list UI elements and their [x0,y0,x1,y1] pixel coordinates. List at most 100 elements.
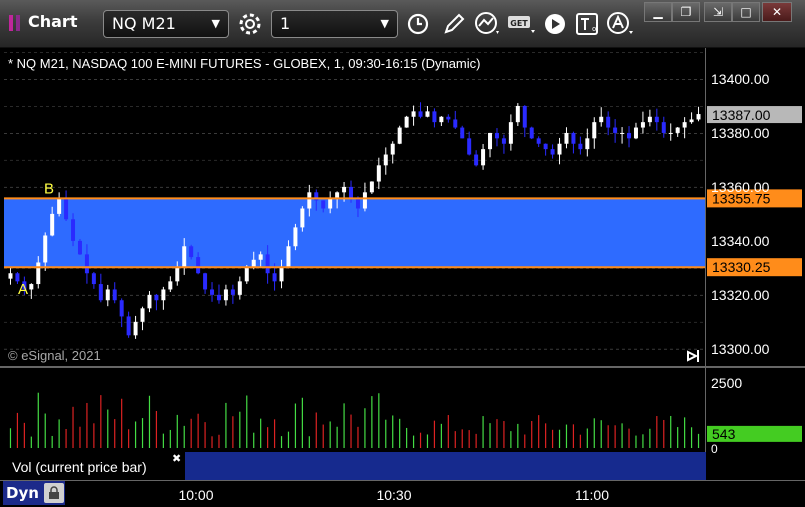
price-tick-label: 13320.00 [711,287,770,303]
symbol-selector[interactable]: NQ M21 ▼ [103,10,229,38]
candle-body [432,111,437,123]
pencil-draw-icon[interactable] [440,10,468,38]
price-tick-label: 13300.00 [711,341,770,357]
candle-body [627,132,632,139]
chevron-down-icon[interactable]: ▼ [212,11,220,37]
text-tool-icon[interactable]: o [572,10,602,38]
highlight-zone [4,198,705,268]
candle-body [453,119,458,128]
candle-body [279,267,284,282]
candle-body [592,122,597,139]
candle-body [203,273,208,290]
restore-button[interactable]: ❐ [672,2,700,22]
candle-body [397,127,402,144]
dock-button[interactable]: ⇲ [704,2,732,22]
candle-body [404,116,409,128]
candle-body [362,192,367,209]
price-tick-label: 13400.00 [711,71,770,87]
candle-body [522,105,527,128]
study-label-bar [185,452,706,480]
price-tick-label: 13360.00 [711,179,770,195]
studies-icon[interactable] [472,10,504,38]
candle-body [210,289,215,295]
get-data-icon[interactable]: GET [506,10,538,38]
candle-body [494,132,499,139]
chart-area: BA 13355.7513330.2513300.0013320.0013340… [0,48,805,507]
candle-body [543,143,548,150]
candle-body [98,284,103,301]
candle-body [244,267,249,282]
candle-body [272,273,277,282]
candle-body [557,143,562,155]
candle-body [154,294,159,301]
candle-body [15,273,20,282]
close-button[interactable]: ✕ [762,2,792,22]
candle-body [425,111,430,117]
candle-body [390,143,395,155]
candle-body [620,132,625,134]
candle-body [84,254,89,274]
candle-body [147,294,152,309]
candle-body [689,119,694,123]
candle-body [112,289,117,301]
maximize-button[interactable]: □ [732,2,760,22]
candle-body [230,289,235,295]
interval-value: 1 [280,14,291,33]
interval-selector[interactable]: 1 ▼ [271,10,398,38]
play-replay-icon[interactable] [540,10,570,38]
study-label: Vol (current price bar) [12,459,147,475]
volume-last-text: 543 [712,426,736,442]
candle-body [223,289,228,301]
candle-body [369,181,374,193]
candle-body [481,149,486,166]
candle-body [77,240,82,255]
lock-icon[interactable] [44,483,64,503]
candle-body [64,197,69,220]
candle-body [501,138,506,144]
close-study-icon[interactable]: ✖ [172,452,181,465]
candle-body [57,197,62,214]
candle-body [286,246,291,268]
candle-body [293,227,298,247]
candle-body [439,116,444,123]
candle-body [418,111,423,117]
candle-body [661,122,666,133]
candle-body [383,154,388,166]
candle-body [647,116,652,123]
clock-icon[interactable] [402,10,434,38]
last-price-text: 13387.00 [712,107,771,123]
candle-body [91,273,96,285]
candle-body [105,289,110,301]
candle-body [119,300,124,317]
settings-gear-icon[interactable] [234,10,266,38]
chevron-down-icon[interactable]: ▼ [381,11,389,37]
candle-body [467,138,472,155]
svg-text:GET: GET [510,19,528,28]
candle-body [578,143,583,150]
candle-body [515,105,520,123]
candle-body [682,122,687,128]
candle-body [335,192,340,198]
candle-body [550,149,555,155]
chart-toolbar: Chart NQ M21 ▼ 1 ▼ GET o ▁ ❐ ⇲ □ ✕ [0,0,805,48]
candle-body [29,284,34,290]
candle-body [168,281,173,290]
candle-body [488,132,493,150]
candle-body [258,254,263,260]
candle-body [460,127,465,139]
candle-body [668,132,673,134]
candle-body [446,116,451,120]
candle-body [237,281,242,295]
level-label-b: B [44,180,54,197]
candle-body [696,114,701,120]
candle-body [307,192,312,209]
candle-body [599,116,604,123]
alert-icon[interactable] [604,10,638,38]
candle-body [265,254,270,274]
svg-text:o: o [592,25,596,33]
candle-body [189,246,194,258]
candle-body [529,127,534,139]
candle-body [182,246,187,268]
minimize-button[interactable]: ▁ [644,2,672,22]
candle-body [376,165,381,182]
